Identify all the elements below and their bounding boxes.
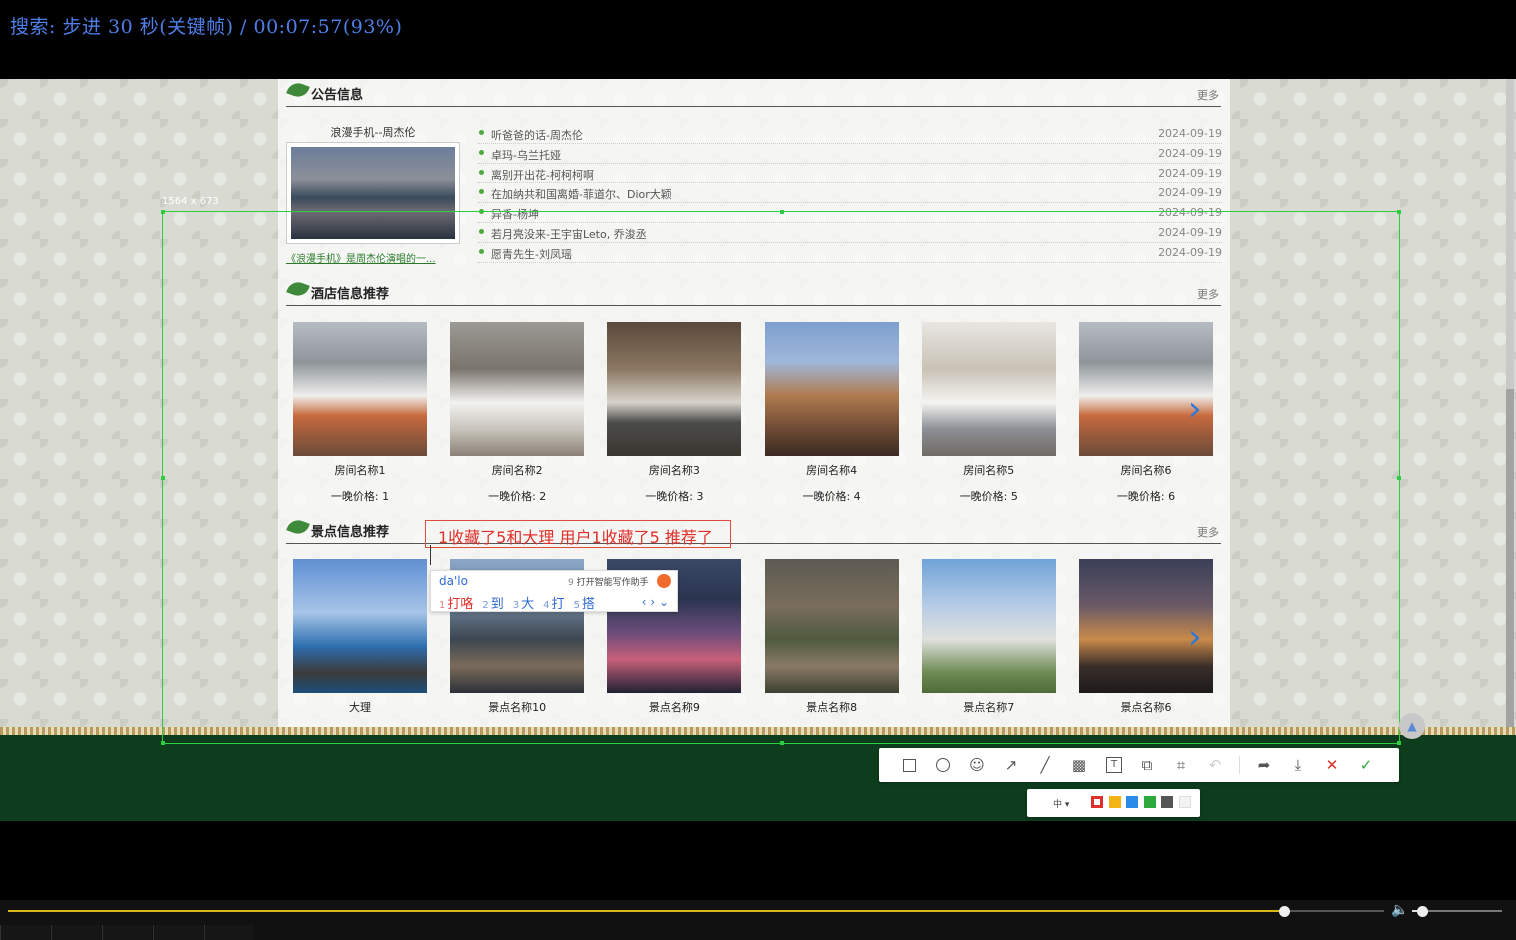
volume-icon[interactable]: 🔈	[1391, 902, 1408, 918]
pin-icon[interactable]: ⧉	[1138, 756, 1156, 774]
confirm-icon[interactable]: ✓	[1357, 756, 1375, 774]
ime-page-nav-icon[interactable]: ‹ › ⌄	[642, 595, 669, 609]
notice-title[interactable]: 离别开出花-柯柯柯啊	[491, 167, 594, 183]
volume-slider-knob[interactable]	[1417, 906, 1428, 917]
notice-title[interactable]: 在加纳共和国离婚-菲道尔、Dior大颖	[491, 186, 672, 202]
notice-title[interactable]: 听爸爸的话-周杰伦	[491, 127, 583, 143]
pen-icon[interactable]: ╱	[1036, 756, 1054, 774]
color-swatch[interactable]	[1161, 796, 1173, 808]
ime-candidate-window: da'lo 9 打开智能写作助手 1 打咯 2 到 3 大 4 打 5 搭 ‹ › ⌄	[430, 570, 678, 612]
seek-bar-knob[interactable]	[1279, 906, 1290, 917]
notice-title[interactable]: 卓玛-乌兰托娅	[491, 147, 561, 163]
selection-handle[interactable]	[1397, 476, 1401, 480]
player-button[interactable]	[0, 925, 50, 940]
undo-icon[interactable]: ↶	[1206, 756, 1224, 774]
selection-handle[interactable]	[1397, 210, 1401, 214]
selection-handle[interactable]	[780, 741, 784, 745]
player-button[interactable]	[102, 925, 152, 940]
player-button[interactable]	[204, 925, 254, 940]
ime-assistant-icon[interactable]	[657, 574, 671, 588]
bullet-icon	[479, 169, 484, 175]
ime-candidate[interactable]: 5搭	[574, 593, 595, 612]
notice-title: 公告信息	[311, 88, 364, 103]
annotation-text: 1收藏了5和大理 用户1收藏了5 推荐了	[438, 528, 713, 547]
bullet-icon	[479, 130, 484, 135]
ellipse-icon[interactable]	[934, 756, 952, 774]
ime-candidate[interactable]: 4打	[543, 593, 564, 612]
share-icon[interactable]: ➦	[1255, 756, 1273, 774]
seek-bar-played[interactable]	[8, 910, 1284, 912]
annotation-textbox[interactable]: 1收藏了5和大理 用户1收藏了5 推荐了	[425, 520, 731, 565]
save-icon[interactable]: ⤓	[1289, 756, 1307, 774]
color-swatch[interactable]	[1143, 796, 1156, 808]
notice-date: 2024-09-19	[1158, 186, 1222, 200]
selection-handle[interactable]	[161, 741, 165, 745]
player-button[interactable]	[153, 925, 203, 940]
selection-handle[interactable]	[161, 210, 165, 214]
notice-header: 公告信息 更多	[286, 79, 1221, 107]
ime-candidate[interactable]: 1 打咯	[439, 593, 473, 612]
selection-handle[interactable]	[1397, 741, 1401, 745]
ime-candidates: 1 打咯 2 到 3 大 4 打 5 搭	[439, 593, 604, 612]
page-scrollbar[interactable]	[1506, 79, 1514, 821]
notice-more-link[interactable]: 更多	[1197, 87, 1219, 103]
feature-caption: 浪漫手机--周杰伦	[330, 126, 416, 139]
selection-size-label: 1564 x 673	[162, 196, 219, 207]
font-size-select[interactable]: 中 ▾	[1053, 797, 1069, 810]
back-to-top-icon[interactable]: ▲	[1399, 713, 1425, 739]
toolbar-divider	[1239, 756, 1240, 774]
ocr-icon[interactable]: ⌗	[1172, 756, 1190, 774]
capture-toolbar: ☺ ↗ ╱ ▩ ⧉ ⌗ ↶ ➦ ⤓ ✕ ✓	[879, 748, 1399, 782]
ime-candidate[interactable]: 2到	[482, 593, 503, 612]
selection-handle[interactable]	[161, 476, 165, 480]
notice-list-item[interactable]: 离别开出花-柯柯柯啊 2024-09-19	[478, 164, 1222, 184]
screen: 搜索: 步进 30 秒(关键帧) / 00:07:57(93%) 公告信息 更多…	[0, 0, 1516, 940]
text-caret	[430, 545, 431, 565]
player-osd: 搜索: 步进 30 秒(关键帧) / 00:07:57(93%)	[10, 16, 403, 38]
capture-selection[interactable]	[161, 210, 1401, 745]
bullet-icon	[479, 149, 484, 155]
seek-bar-remaining[interactable]	[1284, 910, 1384, 912]
mosaic-emoji-icon[interactable]: ☺	[968, 756, 986, 774]
notice-list-item[interactable]: 卓玛-乌兰托娅 2024-09-19	[478, 144, 1222, 164]
style-palette: 中 ▾	[1027, 789, 1200, 817]
text-icon[interactable]	[1104, 756, 1122, 774]
notice-list-item[interactable]: 在加纳共和国离婚-菲道尔、Dior大颖 2024-09-19	[478, 183, 1222, 204]
selection-handle[interactable]	[780, 210, 784, 214]
player-button[interactable]	[51, 925, 101, 940]
color-swatch[interactable]	[1108, 796, 1121, 808]
bullet-icon	[479, 189, 484, 195]
notice-date: 2024-09-19	[1158, 146, 1222, 160]
cancel-icon[interactable]: ✕	[1323, 756, 1341, 774]
ime-candidate[interactable]: 3大	[513, 593, 534, 612]
rectangle-icon[interactable]	[900, 756, 918, 774]
ime-composition: da'lo	[439, 574, 468, 588]
color-swatch[interactable]	[1091, 796, 1103, 808]
color-swatch[interactable]	[1126, 796, 1138, 808]
color-swatch[interactable]	[1178, 796, 1191, 808]
leaf-icon	[286, 80, 310, 100]
arrow-icon[interactable]: ↗	[1002, 756, 1020, 774]
notice-list-item[interactable]: 听爸爸的话-周杰伦 2024-09-19	[478, 124, 1222, 144]
blur-icon[interactable]: ▩	[1070, 756, 1088, 774]
player-buttons	[0, 925, 260, 940]
ime-assistant-hint[interactable]: 9 打开智能写作助手	[568, 575, 649, 588]
notice-date: 2024-09-19	[1158, 127, 1222, 140]
notice-date: 2024-09-19	[1158, 166, 1222, 180]
